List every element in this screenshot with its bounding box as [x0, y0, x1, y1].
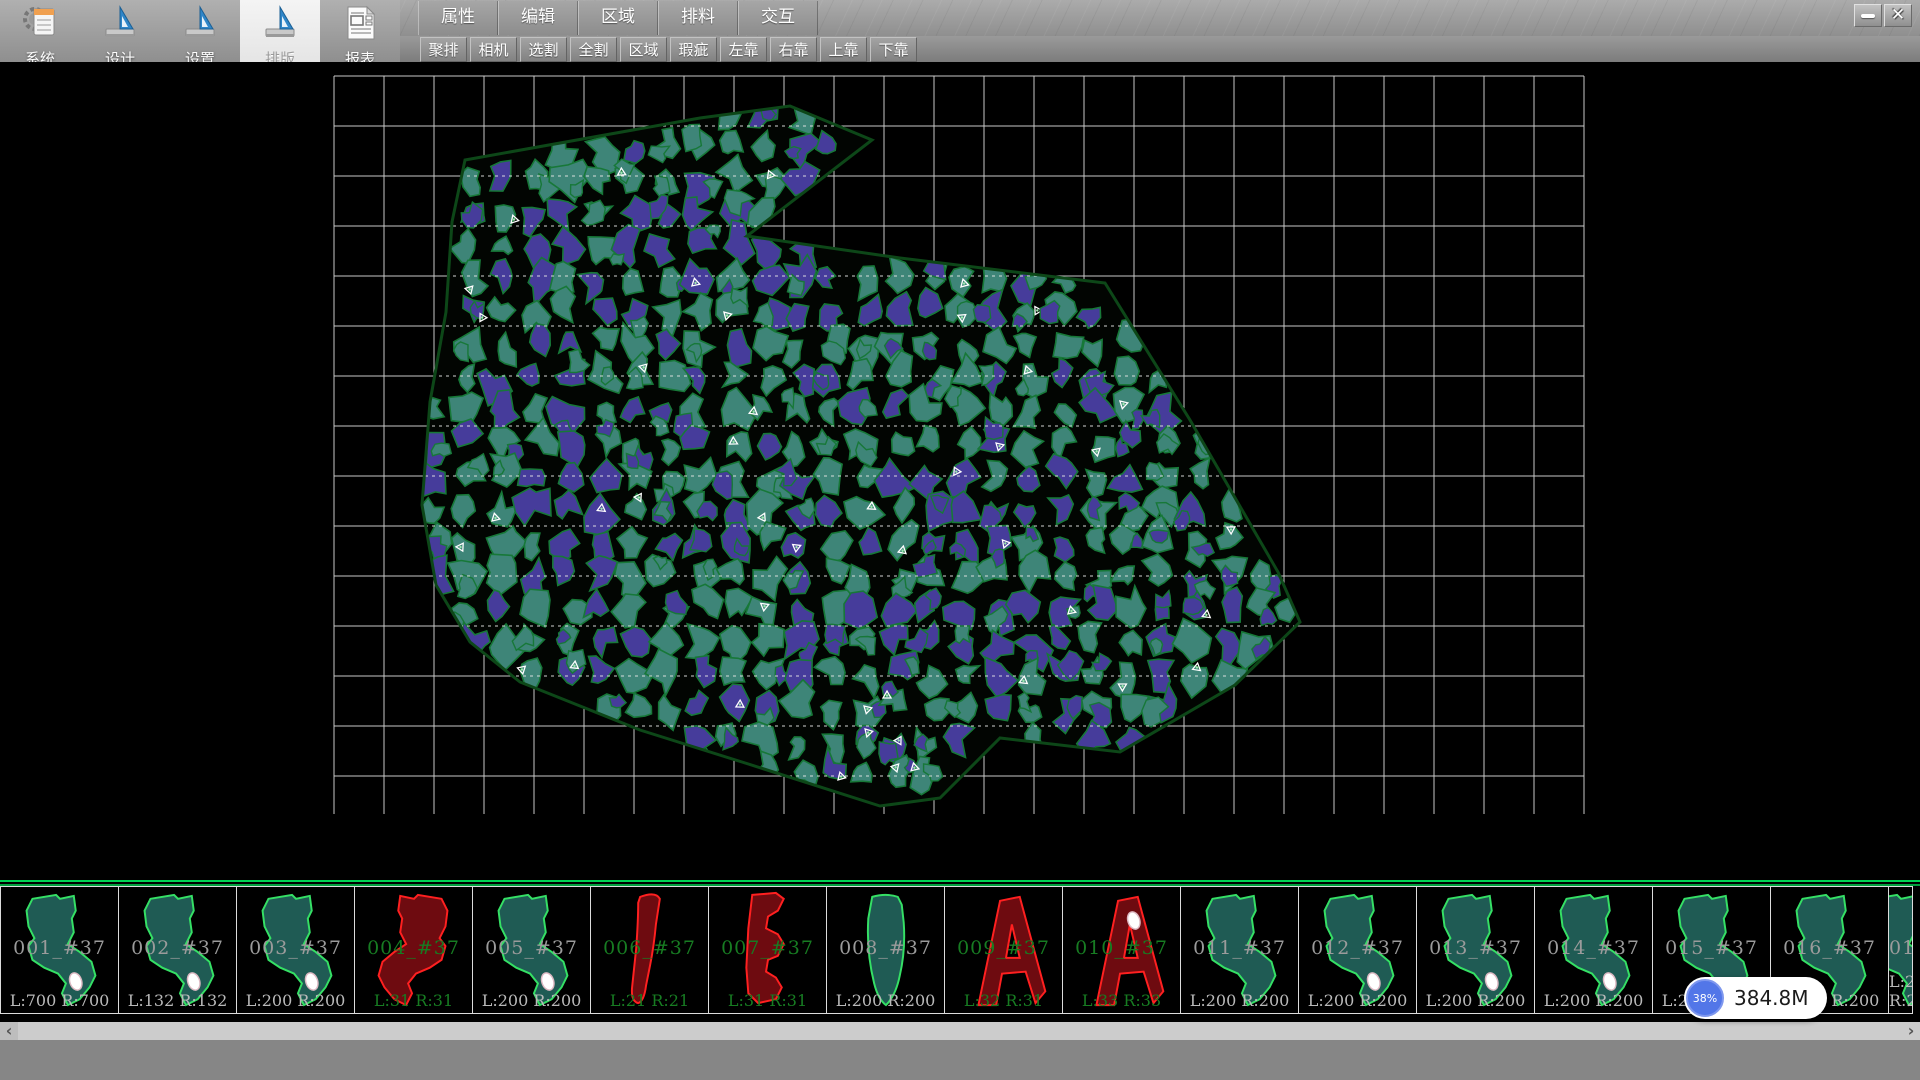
- tool-button-7[interactable]: 左靠: [720, 37, 767, 62]
- nesting-canvas-svg[interactable]: [0, 62, 1920, 880]
- piece-thumbnail-1[interactable]: 001_#37 L:700 R:700: [0, 886, 119, 1014]
- piece-lr-count: L:700 R:700: [1, 991, 118, 1010]
- tool-button-3[interactable]: 选割: [520, 37, 567, 62]
- piece-thumbnail-13[interactable]: 013_#37 L:200 R:200: [1417, 886, 1535, 1014]
- piece-lr-count: L:200 R:200: [1417, 991, 1534, 1010]
- minimize-icon: [1861, 14, 1875, 18]
- progress-circle-icon: 38%: [1686, 979, 1724, 1017]
- piece-name: 007_#37: [709, 937, 826, 959]
- close-button[interactable]: ✕: [1884, 4, 1912, 27]
- piece-name: 015_#37: [1653, 937, 1770, 959]
- piece-name: 005_#37: [473, 937, 590, 959]
- nav-item-4[interactable]: 排版: [240, 0, 320, 71]
- tool-button-1[interactable]: 聚排: [420, 37, 467, 62]
- piece-lr-count: L:200 R:200: [1535, 991, 1652, 1010]
- tool-button-10[interactable]: 下靠: [870, 37, 917, 62]
- piece-thumbnail-9[interactable]: 009_#37 L:32 R:31: [945, 886, 1063, 1014]
- menu-button-4[interactable]: 排料: [658, 1, 738, 35]
- piece-lr-count: L:200 R:200: [1889, 972, 1912, 1010]
- piece-name: 011_#37: [1181, 937, 1298, 959]
- piece-thumbnail-2[interactable]: 002_#37 L:132 R:132: [119, 886, 237, 1014]
- menu-button-3[interactable]: 区域: [578, 1, 658, 35]
- scroll-left-arrow[interactable]: ‹: [0, 1022, 18, 1040]
- menu-row: 属性编辑区域排料交互: [418, 0, 818, 36]
- menu-button-2[interactable]: 编辑: [498, 1, 578, 35]
- piece-name: 001_#37: [1, 937, 118, 959]
- piece-thumbnail-14[interactable]: 014_#37 L:200 R:200: [1535, 886, 1653, 1014]
- piece-lr-count: L:31 R:31: [709, 991, 826, 1010]
- piece-lr-count: L:200 R:200: [827, 991, 944, 1010]
- piece-thumbnail-10[interactable]: 010_#37 L:33 R:33: [1063, 886, 1181, 1014]
- piece-name: 008_#37: [827, 937, 944, 959]
- piece-name: 010_#37: [1063, 937, 1180, 959]
- piece-thumbnail-11[interactable]: 011_#37 L:200 R:200: [1181, 886, 1299, 1014]
- piece-thumbnail-5[interactable]: 005_#37 L:200 R:200: [473, 886, 591, 1014]
- piece-name: 002_#37: [119, 937, 236, 959]
- piece-thumbnail-6[interactable]: 006_#37 L:21 R:21: [591, 886, 709, 1014]
- piece-lr-count: L:132 R:132: [119, 991, 236, 1010]
- piece-thumbnail-7[interactable]: 007_#37 L:31 R:31: [709, 886, 827, 1014]
- nav-item-5[interactable]: 报表: [320, 0, 400, 71]
- piece-lr-count: L:200 R:200: [473, 991, 590, 1010]
- tool-row: 聚排相机选割全割区域瑕疵左靠右靠上靠下靠: [420, 37, 917, 62]
- progress-badge[interactable]: 38% 384.8M: [1684, 977, 1827, 1019]
- tool-button-5[interactable]: 区域: [620, 37, 667, 62]
- piece-lr-count: L:21 R:21: [591, 991, 708, 1010]
- thumbnail-strip: 001_#37L:700 R:700002_#37L:132 R:132003_…: [0, 886, 1920, 1014]
- tool-button-6[interactable]: 瑕疵: [670, 37, 717, 62]
- piece-lr-count: L:200 R:200: [237, 991, 354, 1010]
- piece-name: 013_#37: [1417, 937, 1534, 959]
- menu-button-5[interactable]: 交互: [738, 1, 818, 35]
- piece-thumbnail-8[interactable]: 008_#37 L:200 R:200: [827, 886, 945, 1014]
- progress-percent: 38%: [1693, 992, 1717, 1005]
- nav-item-3[interactable]: 设置: [160, 0, 240, 71]
- thumbnail-gap: [0, 1014, 1920, 1022]
- tool-button-8[interactable]: 右靠: [770, 37, 817, 62]
- minimize-button[interactable]: [1854, 4, 1882, 27]
- nav-item-2[interactable]: 设计: [80, 0, 160, 71]
- piece-name: 016_#37: [1771, 937, 1888, 959]
- nesting-canvas[interactable]: [0, 62, 1920, 880]
- app-window: 属性编辑区域排料交互 聚排相机选割全割区域瑕疵左靠右靠上靠下靠 ✕ 系统设计设置…: [0, 0, 1920, 1080]
- piece-thumbnail-12[interactable]: 012_#37 L:200 R:200: [1299, 886, 1417, 1014]
- piece-name: 012_#37: [1299, 937, 1416, 959]
- piece-lr-count: L:33 R:33: [1063, 991, 1180, 1010]
- progress-size: 384.8M: [1734, 986, 1809, 1010]
- scroll-right-arrow[interactable]: ›: [1902, 1022, 1920, 1040]
- close-icon: ✕: [1891, 7, 1905, 24]
- menu-button-1[interactable]: 属性: [418, 1, 498, 35]
- piece-name: 006_#37: [591, 937, 708, 959]
- tool-button-2[interactable]: 相机: [470, 37, 517, 62]
- left-nav: 系统设计设置排版报表: [0, 0, 400, 71]
- piece-name: 014_#37: [1535, 937, 1652, 959]
- piece-name: 003_#37: [237, 937, 354, 959]
- piece-thumbnail-4[interactable]: 004_#37 L:31 R:31: [355, 886, 473, 1014]
- piece-thumbnail-17[interactable]: 017_#37 L:200 R:200: [1889, 886, 1913, 1014]
- tool-button-9[interactable]: 上靠: [820, 37, 867, 62]
- status-bar: [0, 1040, 1920, 1080]
- piece-name: 017_#37: [1889, 937, 1912, 959]
- piece-lr-count: L:31 R:31: [355, 991, 472, 1010]
- piece-name: 009_#37: [945, 937, 1062, 959]
- tool-button-4[interactable]: 全割: [570, 37, 617, 62]
- horizontal-scrollbar[interactable]: ‹ ›: [0, 1022, 1920, 1040]
- piece-lr-count: L:32 R:31: [945, 991, 1062, 1010]
- piece-lr-count: L:200 R:200: [1181, 991, 1298, 1010]
- piece-name: 004_#37: [355, 937, 472, 959]
- piece-lr-count: L:200 R:200: [1299, 991, 1416, 1010]
- nav-item-1[interactable]: 系统: [0, 0, 80, 71]
- piece-thumbnail-3[interactable]: 003_#37 L:200 R:200: [237, 886, 355, 1014]
